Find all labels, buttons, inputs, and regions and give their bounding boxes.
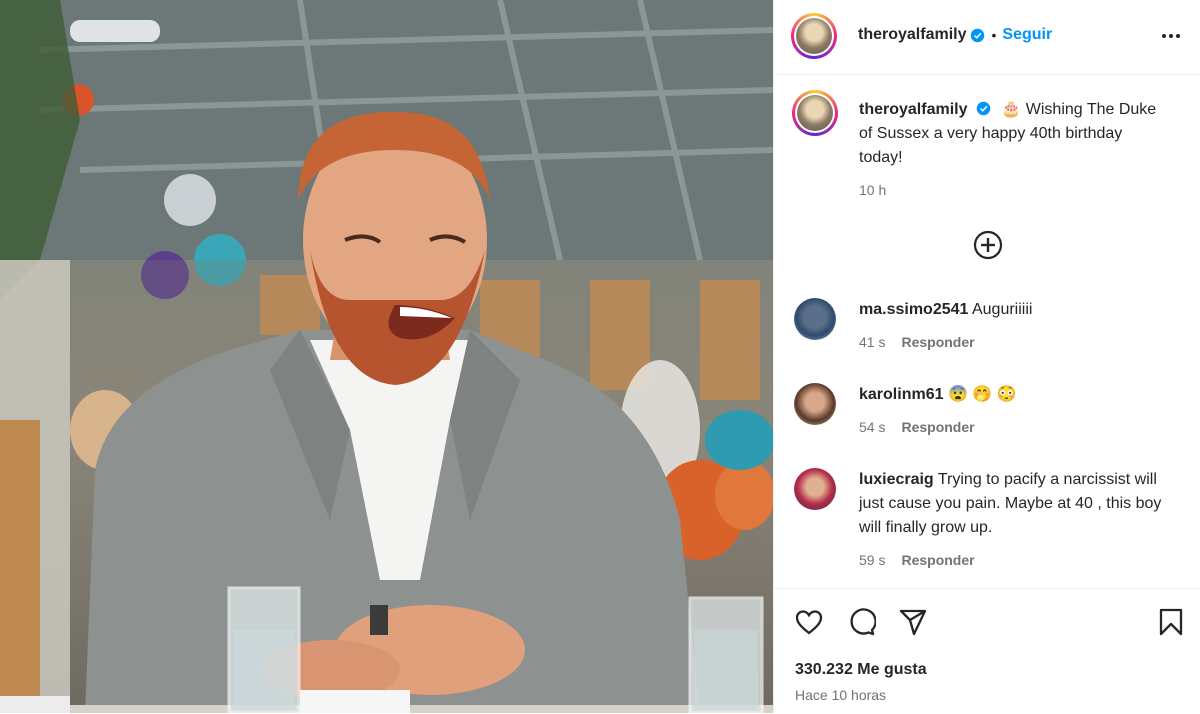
commenter-avatar[interactable] (794, 298, 836, 340)
comment-username[interactable]: ma.ssimo2541 (859, 301, 968, 318)
comment-meta: 54 s Responder (859, 415, 1179, 439)
caption-avatar[interactable] (792, 90, 838, 136)
caption-username[interactable]: theroyalfamily (859, 101, 967, 118)
post-side-panel: theroyalfamily • Seguir theroyalfamily 🎂… (773, 0, 1200, 713)
caption-text-block: theroyalfamily 🎂 Wishing The Duke of Sus… (859, 98, 1159, 202)
post-photo[interactable] (0, 0, 773, 713)
reply-button[interactable]: Responder (901, 415, 974, 439)
verified-badge-icon (976, 101, 991, 116)
comment-body: luxiecraig Trying to pacify a narcissist… (859, 468, 1179, 572)
comment-time[interactable]: 41 s (859, 330, 885, 354)
bookmark-icon[interactable] (1156, 607, 1186, 637)
comment-username[interactable]: luxiecraig (859, 471, 934, 488)
follow-button[interactable]: Seguir (1002, 26, 1052, 44)
reply-button[interactable]: Responder (901, 330, 974, 354)
comment-text: Auguriiiii (971, 301, 1033, 318)
post-photo-illustration (0, 0, 773, 713)
comment-body: ma.ssimo2541 Auguriiiii 41 s Responder (859, 298, 1179, 354)
post-header: theroyalfamily • Seguir (774, 0, 1200, 75)
reply-button[interactable]: Responder (901, 548, 974, 572)
header-user-row: theroyalfamily • Seguir (858, 26, 1052, 44)
comment-time[interactable]: 59 s (859, 548, 885, 572)
header-username[interactable]: theroyalfamily (858, 26, 966, 44)
author-avatar[interactable] (791, 13, 837, 59)
more-options-icon[interactable] (1159, 24, 1183, 48)
comment-meta: 41 s Responder (859, 330, 1179, 354)
post-timestamp[interactable]: Hace 10 horas (795, 687, 886, 703)
comment-text: 😨 🤭 😳 (947, 386, 1017, 403)
heart-icon[interactable] (794, 607, 824, 637)
comment-body: karolinm61 😨 🤭 😳 54 s Responder (859, 383, 1179, 439)
post-actions: 330.232 Me gusta Hace 10 horas (774, 588, 1200, 714)
comment-username[interactable]: karolinm61 (859, 386, 943, 403)
commenter-avatar[interactable] (794, 383, 836, 425)
verified-badge-icon (971, 28, 985, 42)
commenter-avatar[interactable] (794, 468, 836, 510)
comment-meta: 59 s Responder (859, 548, 1179, 572)
plus-circle-icon[interactable] (972, 229, 1004, 261)
birthday-cake-emoji: 🎂 (1001, 101, 1022, 118)
caption-time[interactable]: 10 h (859, 178, 1159, 202)
comment-icon[interactable] (846, 607, 876, 637)
comment-time[interactable]: 54 s (859, 415, 885, 439)
share-icon[interactable] (898, 607, 928, 637)
likes-count[interactable]: 330.232 Me gusta (795, 661, 927, 679)
header-separator: • (991, 27, 997, 43)
